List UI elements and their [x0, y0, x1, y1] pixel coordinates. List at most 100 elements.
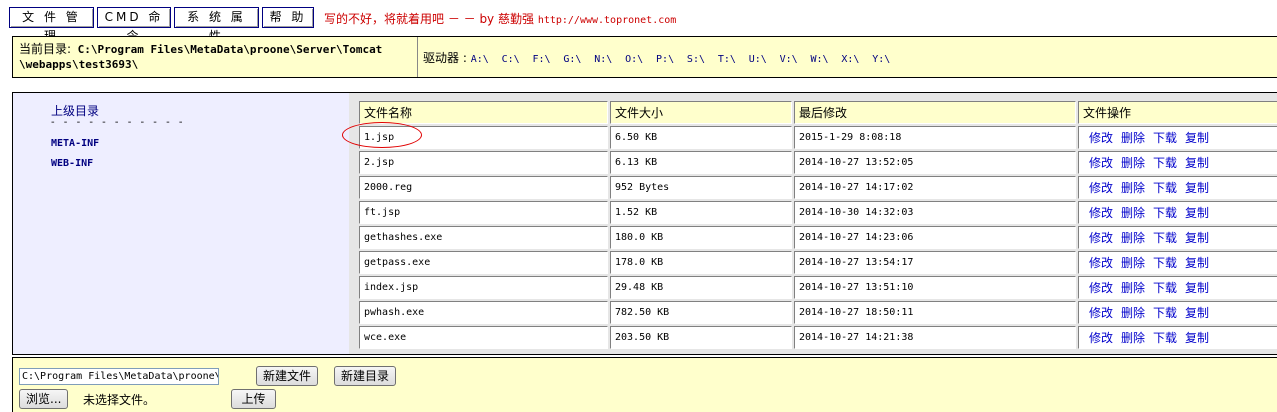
- download-link[interactable]: 下载: [1153, 206, 1177, 220]
- drive-link[interactable]: S:\: [687, 54, 705, 65]
- file-modified-cell: 2014-10-27 13:51:10: [794, 276, 1076, 299]
- file-size-cell: 180.0 KB: [610, 226, 792, 249]
- copy-link[interactable]: 复制: [1185, 306, 1209, 320]
- copy-link[interactable]: 复制: [1185, 156, 1209, 170]
- file-operations-cell: 修改 删除 下载 复制: [1078, 201, 1277, 224]
- folder-link-meta-inf[interactable]: META-INF: [51, 138, 99, 149]
- download-link[interactable]: 下载: [1153, 256, 1177, 270]
- drive-link[interactable]: N:\: [594, 54, 612, 65]
- copy-link[interactable]: 复制: [1185, 131, 1209, 145]
- drive-list: 驱动器 : A:\ C:\ F:\ G:\ N:\ O:\ P:\ S:\ T:…: [423, 49, 899, 66]
- file-size-cell: 952 Bytes: [610, 176, 792, 199]
- file-modified-cell: 2014-10-27 14:23:06: [794, 226, 1076, 249]
- file-modified-cell: 2014-10-27 14:17:02: [794, 176, 1076, 199]
- edit-link[interactable]: 修改: [1089, 256, 1113, 270]
- edit-link[interactable]: 修改: [1089, 231, 1113, 245]
- delete-link[interactable]: 删除: [1121, 131, 1145, 145]
- edit-link[interactable]: 修改: [1089, 156, 1113, 170]
- drive-link[interactable]: V:\: [780, 54, 798, 65]
- file-manager-button[interactable]: 文 件 管 理: [9, 7, 94, 43]
- drive-link[interactable]: O:\: [625, 54, 643, 65]
- file-name-cell[interactable]: getpass.exe: [359, 251, 608, 274]
- copy-link[interactable]: 复制: [1185, 256, 1209, 270]
- download-link[interactable]: 下载: [1153, 281, 1177, 295]
- delete-link[interactable]: 删除: [1121, 256, 1145, 270]
- browse-button[interactable]: 浏览...: [19, 389, 69, 409]
- edit-link[interactable]: 修改: [1089, 206, 1113, 220]
- copy-link[interactable]: 复制: [1185, 181, 1209, 195]
- cmd-button[interactable]: CMD 命 令: [97, 7, 171, 43]
- file-name-cell[interactable]: 2000.reg: [359, 176, 608, 199]
- file-size-cell: 178.0 KB: [610, 251, 792, 274]
- download-link[interactable]: 下载: [1153, 231, 1177, 245]
- drive-link[interactable]: F:\: [532, 54, 550, 65]
- file-operations-cell: 修改 删除 下载 复制: [1078, 276, 1277, 299]
- copy-link[interactable]: 复制: [1185, 206, 1209, 220]
- file-name-cell[interactable]: index.jsp: [359, 276, 608, 299]
- copy-link[interactable]: 复制: [1185, 231, 1209, 245]
- file-name-cell[interactable]: 2.jsp: [359, 151, 608, 174]
- file-name-cell[interactable]: pwhash.exe: [359, 301, 608, 324]
- drive-link[interactable]: X:\: [841, 54, 859, 65]
- column-header-size: 文件大小: [610, 101, 792, 124]
- drive-link[interactable]: Y:\: [872, 54, 890, 65]
- slogan: 写的不好，将就着用吧 － － by 慈勤强 http://www.toprone…: [324, 10, 676, 27]
- table-row: 1.jsp 6.50 KB 2015-1-29 8:08:18 修改 删除 下载 复制: [359, 126, 1277, 149]
- folder-link-web-inf[interactable]: WEB-INF: [51, 158, 93, 169]
- column-header-operations: 文件操作: [1078, 101, 1277, 124]
- delete-link[interactable]: 删除: [1121, 156, 1145, 170]
- copy-link[interactable]: 复制: [1185, 281, 1209, 295]
- table-row: gethashes.exe 180.0 KB 2014-10-27 14:23:06…: [359, 226, 1277, 249]
- download-link[interactable]: 下载: [1153, 131, 1177, 145]
- drive-link[interactable]: C:\: [502, 54, 520, 65]
- edit-link[interactable]: 修改: [1089, 306, 1113, 320]
- download-link[interactable]: 下载: [1153, 156, 1177, 170]
- file-modified-cell: 2014-10-27 13:54:17: [794, 251, 1076, 274]
- edit-link[interactable]: 修改: [1089, 181, 1113, 195]
- delete-link[interactable]: 删除: [1121, 231, 1145, 245]
- table-row: 2000.reg 952 Bytes 2014-10-27 14:17:02 修改 删除…: [359, 176, 1277, 199]
- file-operations-cell: 修改 删除 下载 复制: [1078, 176, 1277, 199]
- delete-link[interactable]: 删除: [1121, 331, 1145, 345]
- edit-link[interactable]: 修改: [1089, 131, 1113, 145]
- delete-link[interactable]: 删除: [1121, 281, 1145, 295]
- file-operations-cell: 修改 删除 下载 复制: [1078, 301, 1277, 324]
- download-link[interactable]: 下载: [1153, 331, 1177, 345]
- slogan-text: 写的不好，将就着用吧 － － by 慈勤强: [324, 12, 534, 26]
- drive-link[interactable]: P:\: [656, 54, 674, 65]
- file-name-cell[interactable]: wce.exe: [359, 326, 608, 349]
- drive-link[interactable]: G:\: [563, 54, 581, 65]
- new-directory-button[interactable]: 新建目录: [334, 366, 397, 386]
- system-properties-button[interactable]: 系 统 属 性: [174, 7, 259, 43]
- edit-link[interactable]: 修改: [1089, 331, 1113, 345]
- drive-link[interactable]: W:\: [810, 54, 828, 65]
- drive-link[interactable]: A:\: [471, 54, 489, 65]
- action-bar: C:\Program Files\MetaData\proone\Server\…: [12, 357, 1277, 412]
- current-directory: 当前目录: C:\Program Files\MetaData\proone\S…: [19, 42, 414, 72]
- copy-link[interactable]: 复制: [1185, 331, 1209, 345]
- file-table-header: 文件名称 文件大小 最后修改 文件操作: [359, 101, 1277, 124]
- table-row: pwhash.exe 782.50 KB 2014-10-27 18:50:11 修改…: [359, 301, 1277, 324]
- delete-link[interactable]: 删除: [1121, 206, 1145, 220]
- edit-link[interactable]: 修改: [1089, 281, 1113, 295]
- file-table: 文件名称 文件大小 最后修改 文件操作 1.jsp 6.50 KB 2015-1-2…: [357, 99, 1277, 351]
- slogan-url: http://www.topronet.com: [537, 15, 677, 26]
- file-name-cell[interactable]: gethashes.exe: [359, 226, 608, 249]
- sidebar-divider: - - - - - - - - - - -: [51, 117, 186, 128]
- delete-link[interactable]: 删除: [1121, 306, 1145, 320]
- help-button[interactable]: 帮 助: [262, 7, 314, 28]
- delete-link[interactable]: 删除: [1121, 181, 1145, 195]
- file-operations-cell: 修改 删除 下载 复制: [1078, 326, 1277, 349]
- drive-link[interactable]: T:\: [718, 54, 736, 65]
- upload-button[interactable]: 上传: [231, 389, 276, 409]
- file-operations-cell: 修改 删除 下载 复制: [1078, 151, 1277, 174]
- file-name-cell[interactable]: 1.jsp: [359, 126, 608, 149]
- path-input[interactable]: C:\Program Files\MetaData\proone\Server\…: [19, 368, 219, 385]
- new-file-button[interactable]: 新建文件: [256, 366, 319, 386]
- no-file-selected-text: 未选择文件。: [83, 393, 156, 407]
- drive-link[interactable]: U:\: [749, 54, 767, 65]
- file-name-cell[interactable]: ft.jsp: [359, 201, 608, 224]
- download-link[interactable]: 下载: [1153, 181, 1177, 195]
- file-operations-cell: 修改 删除 下载 复制: [1078, 226, 1277, 249]
- download-link[interactable]: 下载: [1153, 306, 1177, 320]
